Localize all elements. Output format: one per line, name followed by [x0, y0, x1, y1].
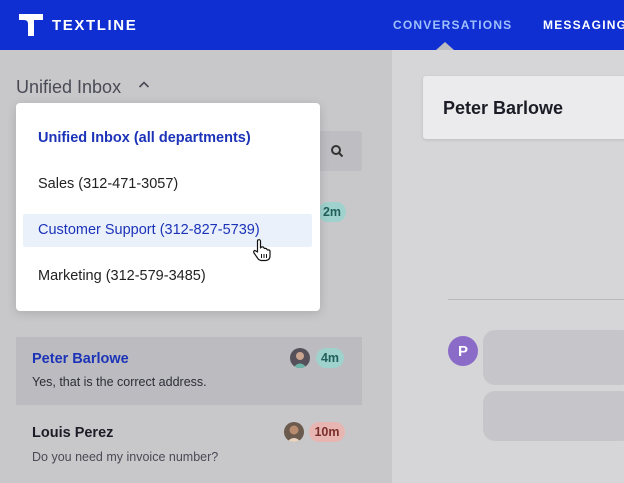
- dropdown-item-sales[interactable]: Sales (312-471-3057): [38, 176, 178, 192]
- conversation-contact-name[interactable]: Peter Barlowe: [32, 351, 129, 367]
- search-icon[interactable]: [330, 144, 344, 158]
- avatar: P: [448, 336, 478, 366]
- message-bubble: [483, 391, 624, 441]
- avatar: [290, 348, 310, 368]
- hand-pointer-cursor-icon: [253, 239, 271, 262]
- conversation-preview: Yes, that is the correct address.: [32, 375, 207, 389]
- time-badge: 2m: [318, 202, 346, 222]
- contact-name[interactable]: Peter Barlowe: [443, 98, 563, 119]
- inbox-selector-title[interactable]: Unified Inbox: [16, 77, 121, 98]
- chevron-up-icon[interactable]: [138, 80, 150, 90]
- dropdown-item-customer-support[interactable]: Customer Support (312-827-5739): [38, 222, 260, 238]
- dropdown-item-unified-inbox[interactable]: Unified Inbox (all departments): [38, 130, 251, 146]
- avatar: [284, 422, 304, 442]
- time-badge: 4m: [316, 348, 344, 368]
- textline-logo-icon[interactable]: [18, 13, 44, 37]
- brand-name[interactable]: TEXTLINE: [52, 17, 137, 34]
- nav-conversations-tab[interactable]: CONVERSATIONS: [393, 18, 512, 32]
- conversation-row-active[interactable]: [16, 337, 362, 405]
- nav-messaging-tab[interactable]: MESSAGING: [543, 18, 624, 32]
- time-badge: 10m: [309, 422, 345, 442]
- active-tab-indicator: [436, 42, 454, 50]
- message-bubble: [483, 330, 624, 385]
- dropdown-item-marketing[interactable]: Marketing (312-579-3485): [38, 268, 206, 284]
- conversation-contact-name[interactable]: Louis Perez: [32, 425, 113, 441]
- conversation-preview: Do you need my invoice number?: [32, 450, 219, 464]
- inbox-dropdown-menu: Unified Inbox (all departments) Sales (3…: [16, 103, 320, 311]
- divider: [448, 299, 624, 300]
